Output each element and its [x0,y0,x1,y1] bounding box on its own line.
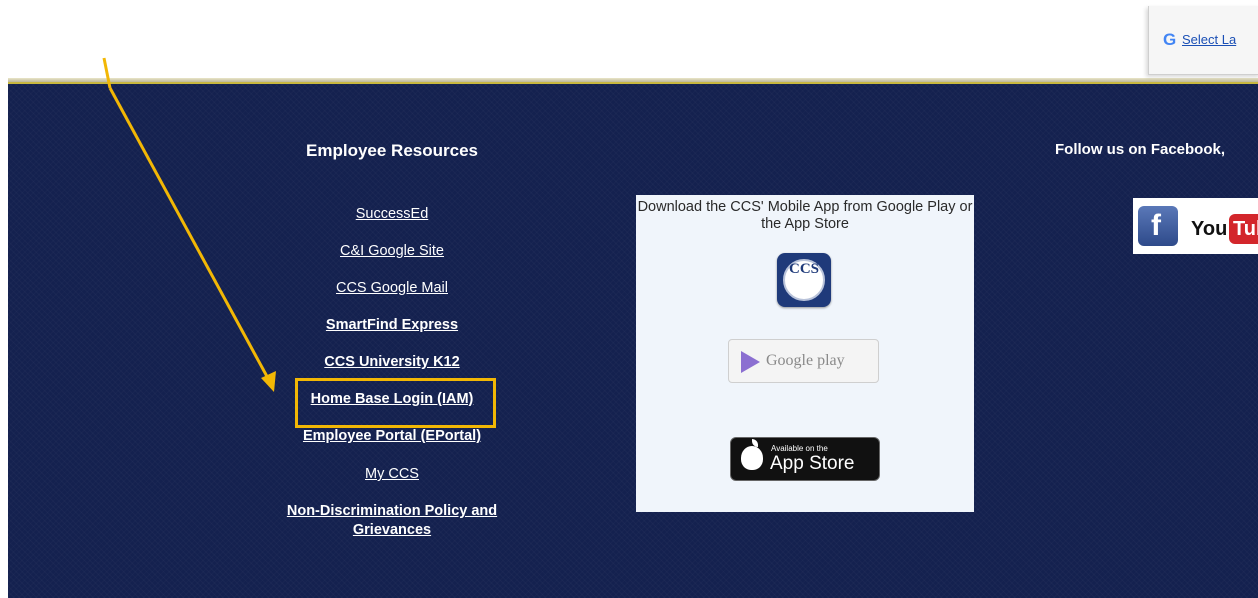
app-store-badge[interactable]: Available on the App Store [730,437,880,481]
select-language-link[interactable]: Select La [1182,32,1236,47]
link-smartfind-express[interactable]: SmartFind Express [260,316,524,335]
mobile-app-box: Download the CCS' Mobile App from Google… [636,195,974,512]
ccs-logo-text: CCS [783,259,825,301]
link-ccs-google-mail[interactable]: CCS Google Mail [260,279,524,298]
google-translate-widget[interactable]: G Select La [1148,6,1258,75]
facebook-glyph: f [1151,209,1161,242]
link-ci-google-site[interactable]: C&I Google Site [260,242,524,261]
google-play-label: Google play [766,352,845,369]
app-store-label: App Store [770,453,855,474]
annotation-highlight-box [295,378,496,428]
youtube-icon-tube[interactable]: Tub [1229,214,1258,244]
site-footer [8,82,1258,598]
link-successed[interactable]: SuccessEd [260,205,524,224]
link-my-ccs[interactable]: My CCS [260,465,524,484]
app-store-small-text: Available on the [771,444,828,453]
google-play-badge[interactable]: Google play [728,339,879,383]
link-non-discrimination-policy[interactable]: Non-Discrimination Policy and Grievances [272,502,512,540]
employee-resources-heading: Employee Resources [306,141,478,160]
ccs-app-logo[interactable]: CCS [777,253,831,307]
follow-us-heading: Follow us on Facebook, [1055,141,1226,158]
youtube-icon-you[interactable]: You [1191,218,1227,241]
link-employee-portal[interactable]: Employee Portal (EPortal) [260,427,524,446]
google-play-icon [741,351,760,373]
link-ccs-university-k12[interactable]: CCS University K12 [260,353,524,372]
apple-icon [741,439,763,470]
mobile-app-description: Download the CCS' Mobile App from Google… [637,199,973,232]
social-icons: f You Tub [1133,198,1258,254]
google-icon: G [1163,30,1177,49]
facebook-icon[interactable]: f [1138,206,1178,246]
